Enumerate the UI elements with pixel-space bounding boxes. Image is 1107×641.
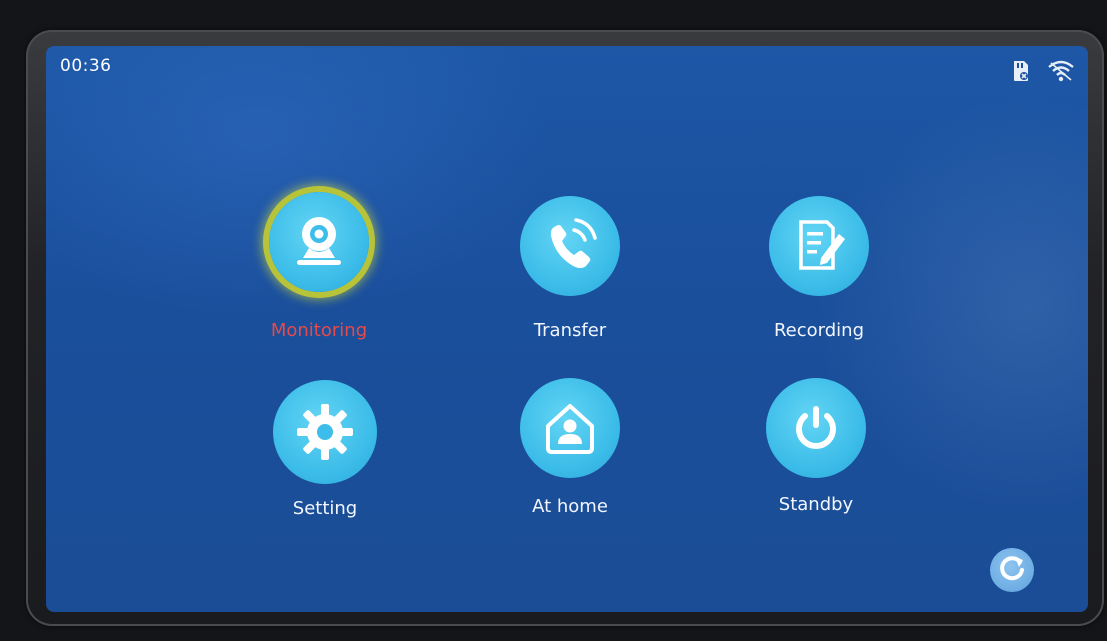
refresh-icon [998, 554, 1026, 586]
monitoring-button[interactable]: Monitoring [219, 192, 419, 352]
home-screen: 00:36 Monitoring Transfer Recording Sett… [46, 46, 1088, 612]
camera-icon [269, 192, 369, 292]
sd-card-icon [1012, 60, 1030, 82]
menu-label-standby: Standby [778, 494, 854, 515]
menu-label-setting: Setting [292, 498, 358, 519]
recording-button[interactable]: Recording [719, 192, 919, 352]
wifi-icon [1048, 60, 1074, 82]
menu-label-at-home: At home [532, 496, 608, 517]
status-icons [1012, 60, 1074, 82]
menu-label-recording: Recording [773, 320, 865, 341]
gear-icon [273, 380, 377, 484]
menu-label-monitoring: Monitoring [270, 320, 368, 341]
notepad-pen-icon [769, 196, 869, 296]
home-person-icon [520, 378, 620, 478]
power-icon [766, 378, 866, 478]
menu-label-transfer: Transfer [533, 320, 607, 341]
setting-button[interactable]: Setting [225, 374, 425, 534]
transfer-button[interactable]: Transfer [470, 192, 670, 352]
refresh-button[interactable] [990, 548, 1034, 592]
phone-call-icon [520, 196, 620, 296]
clock: 00:36 [60, 56, 112, 76]
at-home-button[interactable]: At home [470, 374, 670, 534]
standby-button[interactable]: Standby [716, 372, 916, 532]
